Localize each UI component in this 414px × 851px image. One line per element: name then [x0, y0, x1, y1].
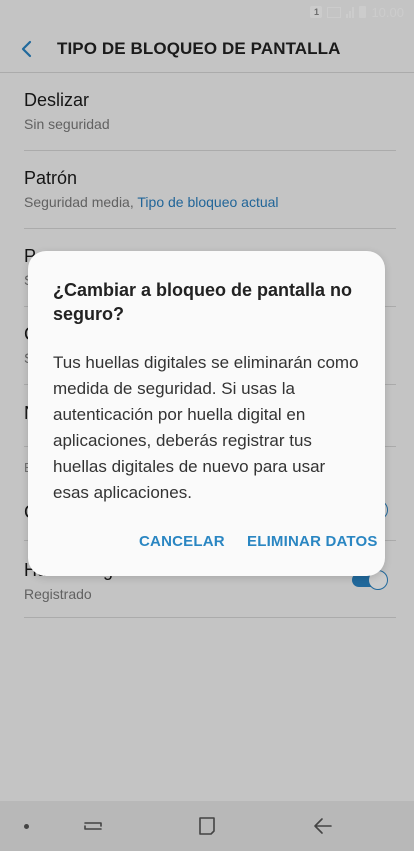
dialog-title: ¿Cambiar a bloqueo de pantalla no seguro…: [53, 280, 353, 324]
unsecure-lock-dialog: ¿Cambiar a bloqueo de pantalla no seguro…: [28, 251, 385, 576]
cancel-button[interactable]: CANCELAR: [139, 533, 225, 550]
dialog-message: Tus huellas digitales se eliminarán como…: [53, 353, 359, 502]
delete-data-button[interactable]: ELIMINAR DATOS: [247, 533, 378, 550]
